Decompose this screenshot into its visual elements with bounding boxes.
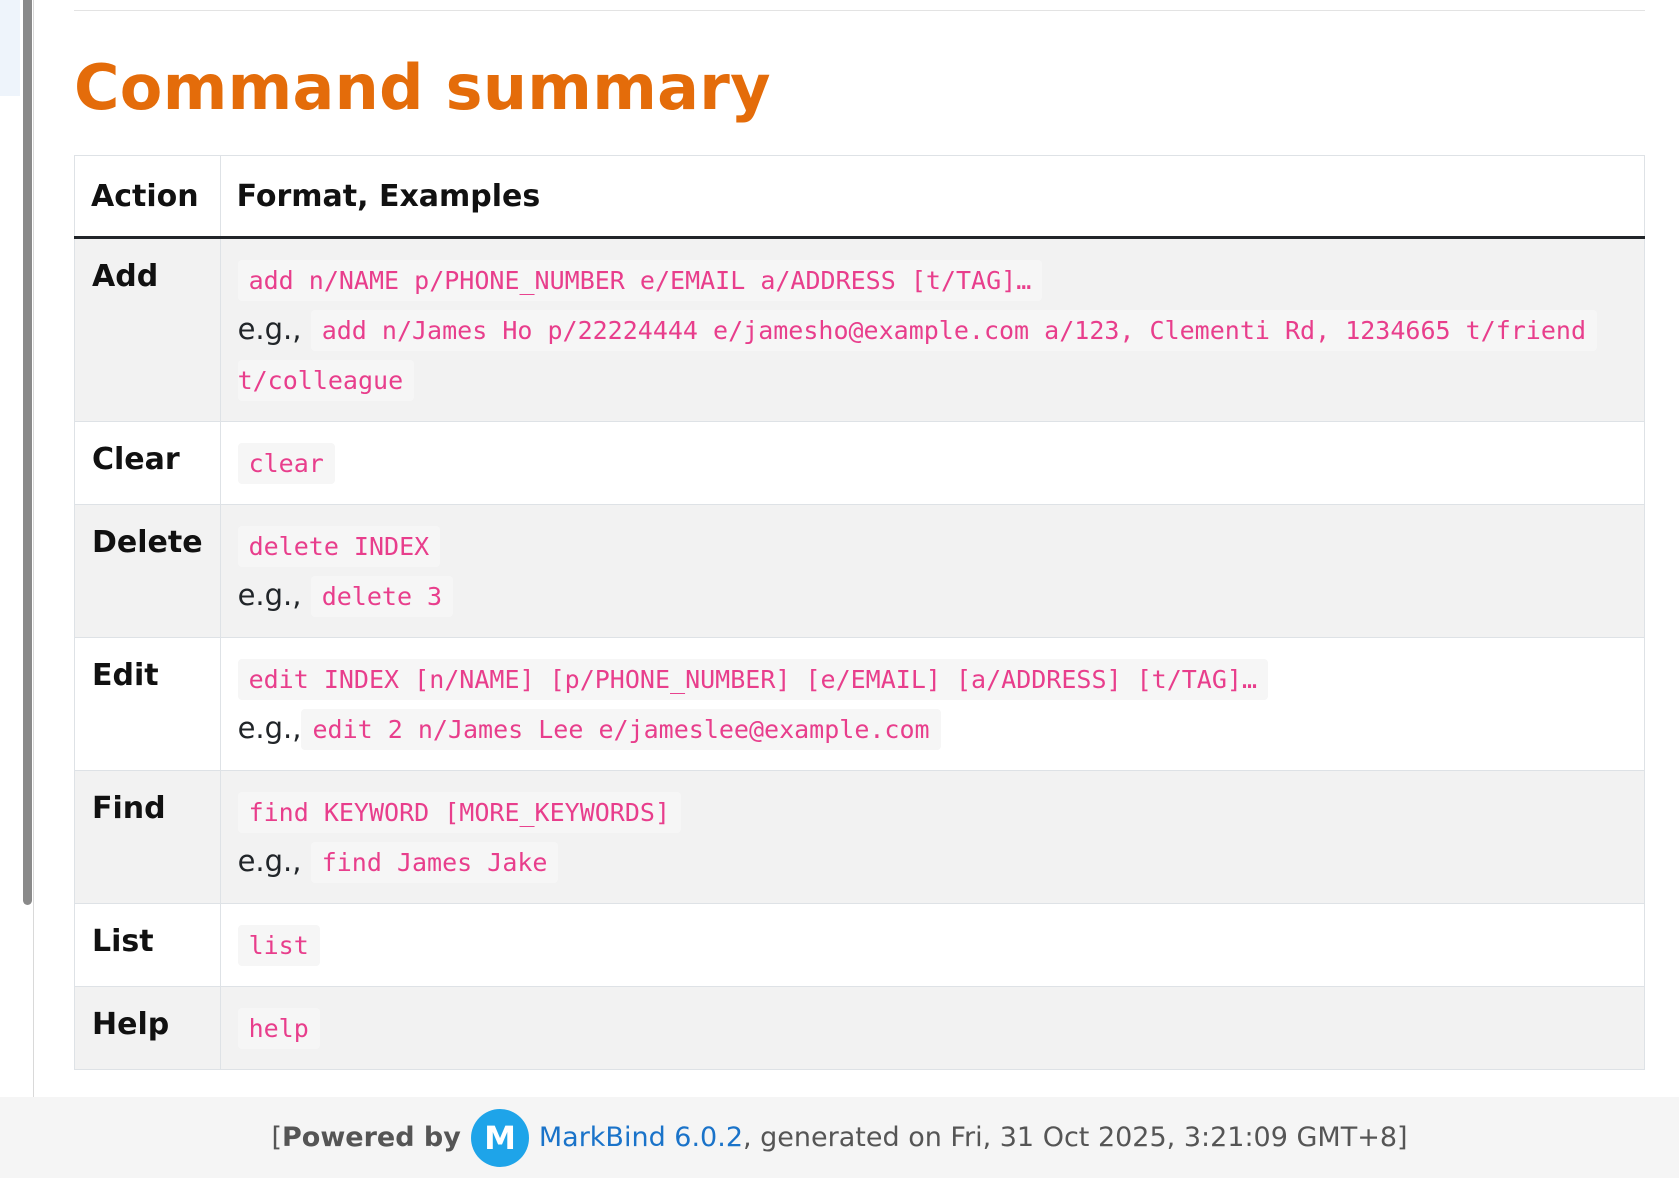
eg-label: e.g., bbox=[237, 578, 302, 612]
action-cell: Edit bbox=[74, 637, 221, 771]
format-code: delete INDEX bbox=[237, 526, 441, 567]
example-code: find James Jake bbox=[310, 842, 559, 883]
example-code: delete 3 bbox=[310, 576, 454, 617]
table-row-add: Add add n/NAME p/PHONE_NUMBER e/EMAIL a/… bbox=[74, 237, 1646, 422]
header-format: Format, Examples bbox=[219, 155, 1646, 239]
example-code-continued: t/colleague bbox=[237, 360, 415, 401]
action-cell: Delete bbox=[74, 504, 221, 638]
format-cell: list bbox=[219, 903, 1646, 987]
format-cell: add n/NAME p/PHONE_NUMBER e/EMAIL a/ADDR… bbox=[219, 237, 1646, 422]
section-divider bbox=[74, 10, 1645, 11]
sidebar-edge bbox=[0, 0, 20, 96]
format-cell: delete INDEX e.g., delete 3 bbox=[219, 504, 1646, 638]
table-row-list: List list bbox=[74, 903, 1646, 987]
table-header-row: Action Format, Examples bbox=[74, 155, 1646, 239]
eg-label: e.g., bbox=[237, 711, 302, 745]
action-cell: Find bbox=[74, 770, 221, 904]
site-footer: [ Powered by M MarkBind 6.0.2 , generate… bbox=[0, 1097, 1679, 1178]
format-code: help bbox=[237, 1008, 320, 1049]
action-cell: List bbox=[74, 903, 221, 987]
format-cell: find KEYWORD [MORE_KEYWORDS] e.g., find … bbox=[219, 770, 1646, 904]
format-code: edit INDEX [n/NAME] [p/PHONE_NUMBER] [e/… bbox=[237, 659, 1269, 700]
format-cell: clear bbox=[219, 421, 1646, 505]
format-code: clear bbox=[237, 443, 335, 484]
table-row-find: Find find KEYWORD [MORE_KEYWORDS] e.g., … bbox=[74, 770, 1646, 904]
markbind-logo-icon[interactable]: M bbox=[470, 1108, 529, 1167]
example-code: add n/James Ho p/22224444 e/jamesho@exam… bbox=[310, 310, 1598, 351]
powered-by-label: Powered by bbox=[281, 1122, 461, 1153]
svg-text:M: M bbox=[484, 1119, 516, 1157]
format-code: list bbox=[237, 925, 320, 966]
format-code: find KEYWORD [MORE_KEYWORDS] bbox=[237, 792, 682, 833]
sidebar-scrollbar-thumb[interactable] bbox=[23, 0, 32, 905]
action-cell: Add bbox=[74, 237, 221, 422]
eg-label: e.g., bbox=[237, 312, 302, 346]
table-row-help: Help help bbox=[74, 986, 1646, 1070]
table-row-edit: Edit edit INDEX [n/NAME] [p/PHONE_NUMBER… bbox=[74, 637, 1646, 771]
main-content: Command summary Action Format, Examples … bbox=[74, 0, 1646, 1070]
example-code: edit 2 n/James Lee e/jameslee@example.co… bbox=[301, 709, 941, 750]
format-cell: edit INDEX [n/NAME] [p/PHONE_NUMBER] [e/… bbox=[219, 637, 1646, 771]
command-summary-table: Action Format, Examples Add add n/NAME p… bbox=[74, 155, 1646, 1070]
page-title: Command summary bbox=[74, 51, 771, 124]
header-action: Action bbox=[74, 155, 221, 239]
markbind-link[interactable]: MarkBind 6.0.2 bbox=[539, 1122, 743, 1153]
sidebar-divider bbox=[33, 0, 34, 1097]
format-code: add n/NAME p/PHONE_NUMBER e/EMAIL a/ADDR… bbox=[237, 260, 1043, 301]
table-row-delete: Delete delete INDEX e.g., delete 3 bbox=[74, 504, 1646, 638]
generated-text: , generated on Fri, 31 Oct 2025, 3:21:09… bbox=[743, 1122, 1408, 1153]
action-cell: Help bbox=[74, 986, 221, 1070]
table-row-clear: Clear clear bbox=[74, 421, 1646, 505]
footer-open-bracket: [ bbox=[271, 1122, 282, 1153]
format-cell: help bbox=[219, 986, 1646, 1070]
page: Command summary Action Format, Examples … bbox=[0, 0, 1679, 1178]
eg-label: e.g., bbox=[237, 844, 302, 878]
markbind-logo-glyph: M bbox=[484, 1119, 516, 1157]
action-cell: Clear bbox=[74, 421, 221, 505]
